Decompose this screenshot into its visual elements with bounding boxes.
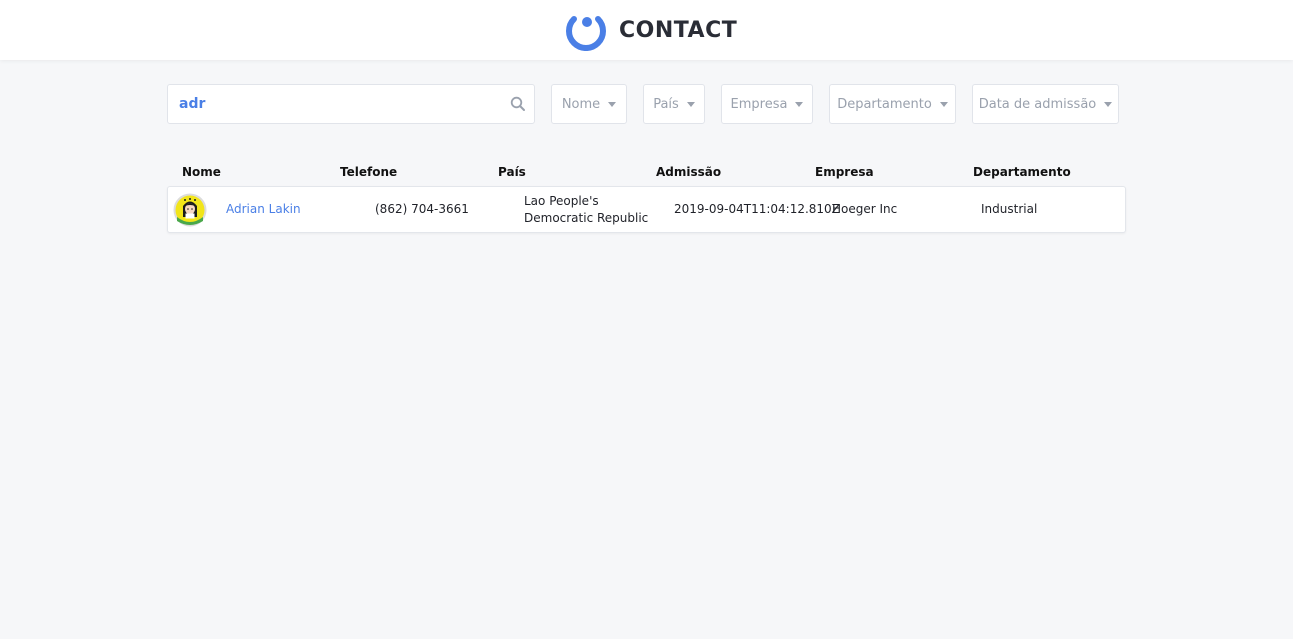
chevron-down-icon bbox=[608, 101, 617, 107]
contact-department: Industrial bbox=[981, 202, 1038, 216]
filter-empresa-label: Empresa bbox=[730, 96, 788, 112]
logo-icon bbox=[566, 16, 606, 51]
filter-pais-label: País bbox=[653, 96, 679, 112]
column-header-telefone[interactable]: Telefone bbox=[340, 165, 397, 179]
chevron-down-icon bbox=[939, 101, 948, 107]
filter-nome-label: Nome bbox=[561, 96, 601, 112]
chevron-down-icon bbox=[795, 101, 804, 107]
contact-name-link[interactable]: Adrian Lakin bbox=[226, 201, 301, 218]
app-title: CONTACT bbox=[619, 17, 738, 43]
brand[interactable]: CONTACT bbox=[565, 9, 737, 51]
avatar bbox=[173, 193, 207, 227]
chevron-down-icon bbox=[686, 101, 695, 107]
top-bar: CONTACT bbox=[0, 0, 1293, 60]
column-header-departamento[interactable]: Departamento bbox=[973, 165, 1071, 179]
contact-admission-date: 2019-09-04T11:04:12.810Z bbox=[674, 202, 840, 216]
column-header-admissao[interactable]: Admissão bbox=[656, 165, 721, 179]
contact-country-line1: Lao People's bbox=[524, 194, 599, 208]
filter-departamento[interactable]: Departamento bbox=[829, 84, 956, 124]
contact-phone: (862) 704-3661 bbox=[375, 202, 469, 216]
search-input[interactable] bbox=[168, 85, 498, 123]
column-header-empresa[interactable]: Empresa bbox=[815, 165, 874, 179]
contact-country-line2: Democratic Republic bbox=[524, 211, 649, 225]
column-header-nome[interactable]: Nome bbox=[182, 165, 221, 179]
filter-nome[interactable]: Nome bbox=[551, 84, 627, 124]
filter-empresa[interactable]: Empresa bbox=[721, 84, 813, 124]
table-row[interactable]: Adrian Lakin (862) 704-3661 Lao People's… bbox=[167, 186, 1126, 233]
search-box[interactable] bbox=[167, 84, 535, 124]
column-header-pais[interactable]: País bbox=[498, 165, 526, 179]
chevron-down-icon bbox=[1104, 101, 1113, 107]
filter-pais[interactable]: País bbox=[643, 84, 705, 124]
search-icon[interactable] bbox=[510, 96, 526, 112]
filter-departamento-label: Departamento bbox=[837, 96, 932, 112]
filter-data-admissao[interactable]: Data de admissão bbox=[972, 84, 1119, 124]
filter-data-admissao-label: Data de admissão bbox=[978, 96, 1097, 112]
contact-company: Hoeger Inc bbox=[832, 202, 898, 216]
